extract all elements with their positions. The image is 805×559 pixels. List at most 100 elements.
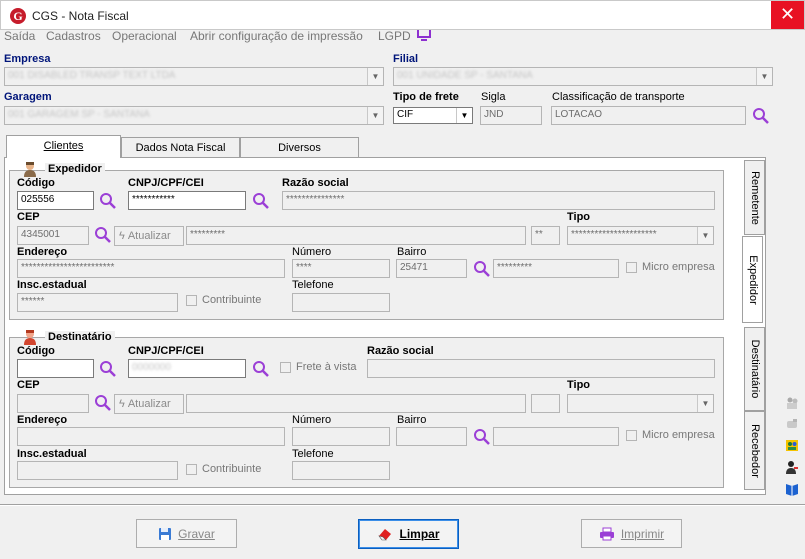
empresa-select[interactable]: 001 DISABLED TRANSP TEXT LTDA ▼	[4, 67, 384, 86]
user-edit-icon[interactable]	[785, 460, 799, 474]
exp-telefone-label: Telefone	[292, 279, 334, 291]
book-icon[interactable]	[785, 482, 799, 496]
search-icon[interactable]	[473, 260, 491, 278]
sigla-field: JND	[480, 106, 542, 125]
dest-numero-label: Número	[292, 414, 332, 426]
gravar-button[interactable]: Gravar	[136, 519, 237, 548]
exp-uf-field: **	[531, 226, 560, 245]
sigla-label: Sigla	[481, 91, 506, 103]
garagem-label: Garagem	[4, 91, 52, 103]
dest-razao-field	[367, 359, 715, 378]
exp-micro-checkbox[interactable]: Micro empresa	[626, 261, 715, 273]
exp-numero-field: ****	[292, 259, 390, 278]
search-icon[interactable]	[94, 394, 112, 412]
classificacao-field: LOTACAO	[551, 106, 746, 125]
tipo-frete-label: Tipo de frete	[393, 91, 459, 103]
dest-codigo-input[interactable]	[17, 359, 94, 378]
search-icon[interactable]	[252, 192, 270, 210]
dest-tipo-label: Tipo	[567, 379, 591, 391]
search-icon[interactable]	[94, 226, 112, 244]
search-icon[interactable]	[99, 192, 117, 210]
dest-tipo-select[interactable]: ▼	[567, 394, 714, 413]
group-icon[interactable]	[785, 396, 799, 410]
monitor-icon[interactable]	[416, 30, 432, 42]
classificacao-label: Classificação de transporte	[552, 91, 685, 103]
exp-codigo-input[interactable]: 025556	[17, 191, 94, 210]
exp-endereco-field: ************************	[17, 259, 285, 278]
checkbox-icon[interactable]	[626, 261, 637, 273]
exp-cep-input[interactable]: 4345001	[17, 226, 89, 245]
app-logo-icon: G	[10, 8, 26, 24]
bolt-icon: ϟ	[119, 230, 125, 242]
menu-saida[interactable]: Saída	[4, 30, 35, 43]
exp-cep-label: CEP	[17, 211, 40, 223]
dest-cep-input[interactable]	[17, 394, 89, 413]
printer-icon	[599, 527, 614, 540]
menu-operacional[interactable]: Operacional	[112, 30, 177, 43]
exp-bairro-field: 25471	[396, 259, 467, 278]
exp-cnpj-input[interactable]: ***********	[128, 191, 246, 210]
search-icon[interactable]	[99, 360, 117, 378]
chevron-down-icon[interactable]: ▼	[456, 108, 472, 123]
menu-bar: Saída Cadastros Operacional Abrir config…	[1, 30, 804, 43]
tab-expedidor[interactable]: Expedidor	[742, 236, 763, 323]
menu-cadastros[interactable]: Cadastros	[46, 30, 101, 43]
filial-label: Filial	[393, 53, 419, 65]
dest-telefone-label: Telefone	[292, 448, 334, 460]
chevron-down-icon[interactable]: ▼	[756, 68, 772, 85]
imprimir-button[interactable]: Imprimir	[581, 519, 682, 548]
menu-abrir-configuracao[interactable]: Abrir configuração de impressão	[190, 30, 363, 43]
search-icon[interactable]	[473, 428, 491, 446]
exp-codigo-label: Código	[17, 177, 55, 189]
checkbox-icon[interactable]	[626, 429, 637, 441]
chevron-down-icon[interactable]: ▼	[697, 227, 713, 244]
window-title: CGS - Nota Fiscal	[32, 9, 129, 23]
tab-dados-nota-fiscal[interactable]: Dados Nota Fiscal	[121, 137, 240, 158]
dest-telefone-field	[292, 461, 390, 480]
exp-numero-label: Número	[292, 246, 332, 258]
close-button[interactable]: ✕	[771, 1, 804, 29]
exp-razao-label: Razão social	[282, 177, 349, 189]
checkbox-icon[interactable]	[280, 361, 291, 373]
exp-cnpj-label: CNPJ/CPF/CEI	[128, 177, 204, 189]
garagem-select[interactable]: 001 GARAGEM SP - SANTANA ▼	[4, 106, 384, 125]
exp-insc-field: ******	[17, 293, 178, 312]
tipo-frete-select[interactable]: CIF ▼	[393, 107, 473, 124]
eraser-icon	[378, 529, 392, 541]
filial-select[interactable]: 001 UNIDADE SP - SANTANA ▼	[393, 67, 773, 86]
search-icon[interactable]	[752, 107, 770, 125]
dest-bairro-desc-field	[493, 427, 619, 446]
checkbox-icon[interactable]	[186, 463, 197, 475]
exp-bairro-label: Bairro	[397, 246, 427, 258]
exp-tipo-select[interactable]: ********************** ▼	[567, 226, 714, 245]
dest-razao-label: Razão social	[367, 345, 434, 357]
dest-cnpj-input[interactable]: 0000000	[128, 359, 246, 378]
checkbox-icon[interactable]	[186, 294, 197, 306]
tab-diversos[interactable]: Diversos	[240, 137, 359, 158]
exp-tipo-label: Tipo	[567, 211, 591, 223]
tab-remetente[interactable]: Remetente	[744, 160, 765, 235]
exp-contribuinte-checkbox[interactable]: Contribuinte	[186, 294, 261, 306]
tab-clientes[interactable]: Clientes	[6, 135, 121, 158]
chevron-down-icon[interactable]: ▼	[697, 395, 713, 412]
users-icon[interactable]	[785, 438, 799, 452]
hand-icon[interactable]	[785, 417, 799, 431]
chevron-down-icon[interactable]: ▼	[367, 68, 383, 85]
exp-atualizar-button[interactable]: ϟ Atualizar	[114, 226, 184, 246]
empresa-label: Empresa	[4, 53, 51, 65]
tab-destinatario[interactable]: Destinatário	[744, 327, 765, 411]
expedidor-title: Expedidor	[45, 163, 105, 175]
dest-contribuinte-checkbox[interactable]: Contribuinte	[186, 463, 261, 475]
limpar-button[interactable]: Limpar	[358, 519, 459, 549]
dest-insc-label: Insc.estadual	[17, 448, 87, 460]
dest-frete-vista-checkbox[interactable]: Frete à vista	[280, 361, 357, 373]
tab-recebedor[interactable]: Recebedor	[744, 411, 765, 490]
dest-atualizar-button[interactable]: ϟ Atualizar	[114, 394, 184, 414]
dest-endereco-label: Endereço	[17, 414, 68, 426]
search-icon[interactable]	[252, 360, 270, 378]
chevron-down-icon[interactable]: ▼	[367, 107, 383, 124]
person-icon	[24, 162, 36, 177]
exp-endereco-label: Endereço	[17, 246, 68, 258]
menu-lgpd[interactable]: LGPD	[378, 30, 411, 43]
dest-micro-checkbox[interactable]: Micro empresa	[626, 429, 715, 441]
